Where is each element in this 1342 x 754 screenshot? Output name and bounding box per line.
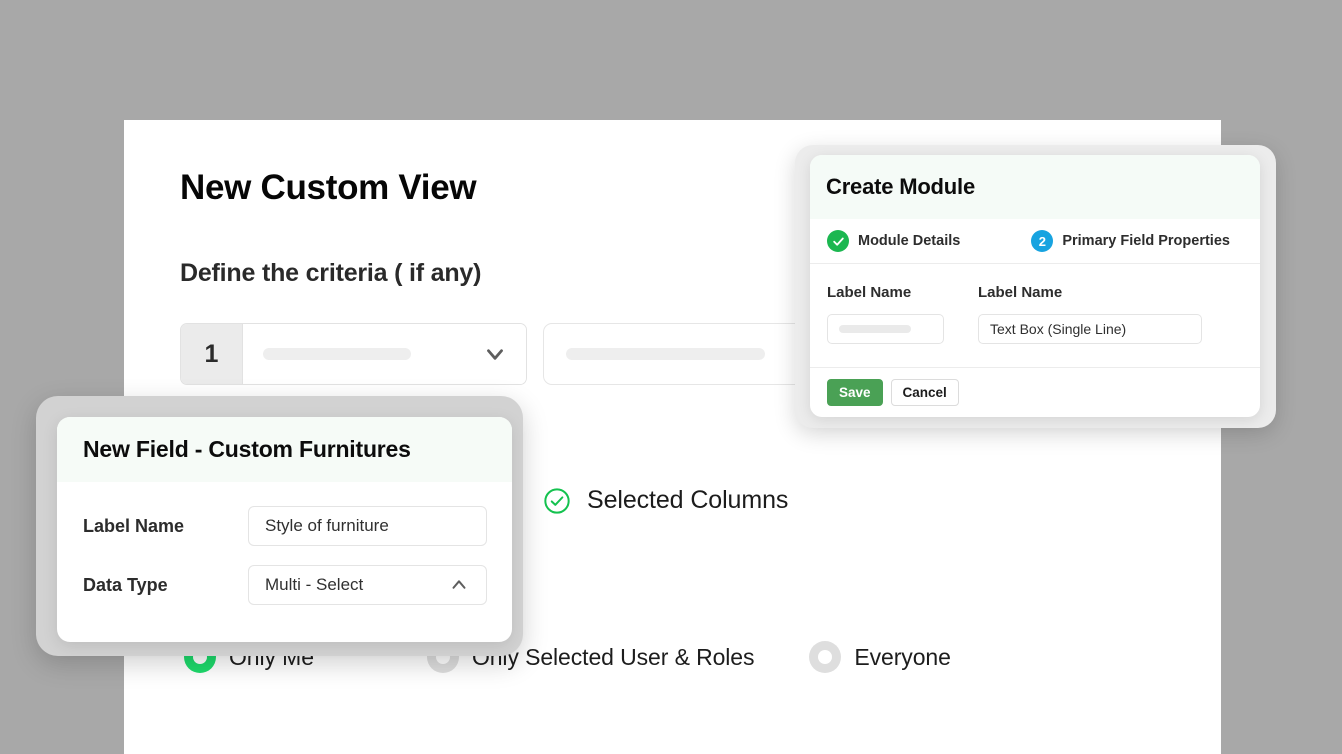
step-number-badge: 2 [1031,230,1053,252]
create-module-title: Create Module [826,174,975,200]
primary-field-label-input[interactable]: Text Box (Single Line) [978,314,1202,344]
section-heading: Define the criteria ( if any) [180,259,481,288]
criteria-field-dropdown[interactable] [243,324,526,384]
field-label-2: Label Name [978,284,1202,301]
selected-columns-label: Selected Columns [587,486,788,515]
cancel-button[interactable]: Cancel [891,379,959,407]
create-module-dialog: Create Module Module Details 2 Primary F… [810,155,1260,417]
chevron-down-icon [482,341,508,367]
criteria-field-group[interactable]: 1 [180,323,527,385]
criteria-field-placeholder [263,348,411,360]
criteria-row-number: 1 [181,324,243,384]
save-button[interactable]: Save [827,379,883,407]
check-circle-filled-icon [827,230,849,252]
new-field-data-type-select[interactable]: Multi - Select [248,565,487,605]
create-module-footer: Save Cancel [810,367,1260,417]
new-field-label-name-input[interactable]: Style of furniture [248,506,487,546]
module-label-name-input[interactable] [827,314,944,344]
radio-label-everyone: Everyone [854,644,950,671]
create-module-stepper: Module Details 2 Primary Field Propertie… [810,219,1260,264]
new-field-label-name-value: Style of furniture [265,516,389,536]
step-module-details[interactable]: Module Details [827,230,960,252]
check-circle-outline-icon [543,487,571,515]
new-field-body: Label Name Style of furniture Data Type … [57,482,512,605]
new-field-dialog: New Field - Custom Furnitures Label Name… [57,417,512,642]
create-module-field-2: Label Name Text Box (Single Line) [978,284,1202,344]
new-field-label-name-label: Label Name [83,516,248,537]
step-label-module-details: Module Details [858,233,960,249]
radio-option-everyone[interactable]: Everyone [809,641,950,673]
new-field-data-type-label: Data Type [83,575,248,596]
new-field-header: New Field - Custom Furnitures [57,417,512,482]
new-field-row-data-type: Data Type Multi - Select [83,565,487,605]
chevron-up-icon[interactable] [448,574,470,596]
page-title: New Custom View [180,168,476,208]
criteria-value-placeholder [566,348,765,360]
radio-button-unselected-icon[interactable] [809,641,841,673]
create-module-field-1: Label Name [827,284,944,344]
input-placeholder-bar [839,325,911,333]
field-label-1: Label Name [827,284,944,301]
step-label-primary-field-properties: Primary Field Properties [1062,233,1230,249]
selected-columns-step[interactable]: Selected Columns [543,486,788,515]
create-module-header: Create Module [810,155,1260,219]
criteria-value-input[interactable] [543,323,811,385]
new-field-title: New Field - Custom Furnitures [83,436,411,463]
criteria-row: 1 [180,323,811,385]
new-field-row-label-name: Label Name Style of furniture [83,506,487,546]
create-module-body: Label Name Label Name Text Box (Single L… [810,264,1260,344]
new-field-data-type-value: Multi - Select [265,575,363,595]
step-primary-field-properties[interactable]: 2 Primary Field Properties [1031,230,1230,252]
